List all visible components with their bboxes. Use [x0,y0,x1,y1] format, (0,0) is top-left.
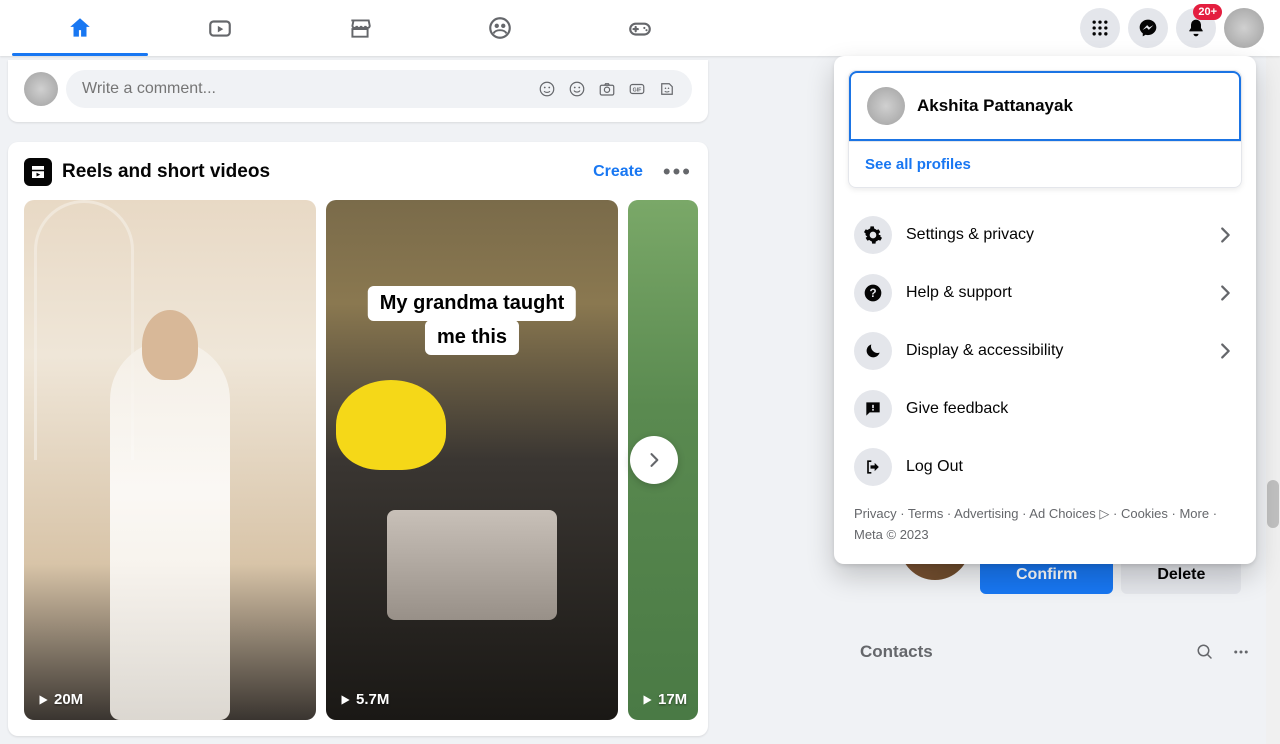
scrollbar-thumb[interactable] [1267,480,1279,528]
bell-icon [1186,18,1206,38]
groups-icon [487,15,513,41]
grid-icon [1090,18,1110,38]
tab-marketplace[interactable] [290,0,430,56]
reels-card: Reels and short videos Create ••• 20M My… [8,142,708,736]
menu-give-feedback[interactable]: Give feedback [848,380,1242,438]
account-avatar[interactable] [1224,8,1264,48]
notification-badge: 20+ [1193,4,1222,20]
gif-icon[interactable]: GIF [628,80,646,98]
tab-gaming[interactable] [570,0,710,56]
scrollbar[interactable]: ▲ [1266,0,1280,744]
reels-create-link[interactable]: Create [593,163,643,181]
gaming-icon [627,15,653,41]
contacts-header: Contacts [860,642,1250,662]
reels-more-button[interactable]: ••• [663,159,692,185]
home-icon [67,15,93,41]
tab-video[interactable] [150,0,290,56]
tab-groups[interactable] [430,0,570,56]
comment-composer: GIF [8,60,708,122]
reels-header: Reels and short videos Create ••• [24,158,708,186]
svg-text:GIF: GIF [633,87,643,93]
reel-views: 17M [640,691,687,708]
nav-tabs [10,0,710,56]
chevron-right-icon [1214,282,1236,304]
profile-link[interactable]: Akshita Pattanayak [849,71,1241,141]
reel-item[interactable]: My grandma taught me this 5.7M [326,200,618,720]
reels-next-button[interactable] [630,436,678,484]
marketplace-icon [347,15,373,41]
logout-icon [854,448,892,486]
reel-views: 20M [36,691,83,708]
moon-icon [854,332,892,370]
menu-grid-button[interactable] [1080,8,1120,48]
tab-home[interactable] [10,0,150,56]
svg-text:?: ? [869,287,876,300]
profile-switcher: Akshita Pattanayak See all profiles [848,70,1242,188]
reel-item[interactable]: 20M [24,200,316,720]
account-menu: Akshita Pattanayak See all profiles Sett… [834,56,1256,564]
chevron-right-icon [1214,340,1236,362]
feed-column: GIF Reels and short videos Create ••• [8,60,708,736]
play-icon [640,693,654,707]
reel-overlay-text: My grandma taught [368,286,576,321]
gear-icon [854,216,892,254]
more-icon[interactable] [1232,643,1250,661]
comment-icons: GIF [538,80,676,98]
avatar-sticker-icon[interactable] [538,80,556,98]
reel-overlay-text: me this [425,320,519,355]
messenger-icon [1138,18,1158,38]
profile-avatar [867,87,905,125]
contacts-title: Contacts [860,642,1178,662]
notifications-button[interactable]: 20+ [1176,8,1216,48]
emoji-icon[interactable] [568,80,586,98]
reels-title: Reels and short videos [62,161,270,183]
play-icon [338,693,352,707]
video-icon [207,15,233,41]
reel-views: 5.7M [338,691,389,708]
menu-help-support[interactable]: ? Help & support [848,264,1242,322]
reels-icon [24,158,52,186]
profile-name: Akshita Pattanayak [917,96,1073,116]
sticker-icon[interactable] [658,80,676,98]
menu-log-out[interactable]: Log Out [848,438,1242,496]
help-icon: ? [854,274,892,312]
see-all-profiles[interactable]: See all profiles [849,141,1241,187]
menu-settings-privacy[interactable]: Settings & privacy [848,206,1242,264]
search-icon[interactable] [1196,643,1214,661]
chevron-right-icon [644,450,664,470]
user-avatar[interactable] [24,72,58,106]
camera-icon[interactable] [598,80,616,98]
comment-input[interactable] [82,80,538,98]
menu-display-accessibility[interactable]: Display & accessibility [848,322,1242,380]
nav-right-controls: 20+ [1080,8,1264,48]
account-menu-footer[interactable]: Privacy · Terms · Advertising · Ad Choic… [848,496,1242,550]
top-navigation: 20+ [0,0,1280,56]
messenger-button[interactable] [1128,8,1168,48]
chevron-right-icon [1214,224,1236,246]
comment-input-wrapper[interactable]: GIF [66,70,692,108]
play-icon [36,693,50,707]
reels-row: 20M My grandma taught me this 5.7M 17M [24,200,708,720]
feedback-icon [854,390,892,428]
